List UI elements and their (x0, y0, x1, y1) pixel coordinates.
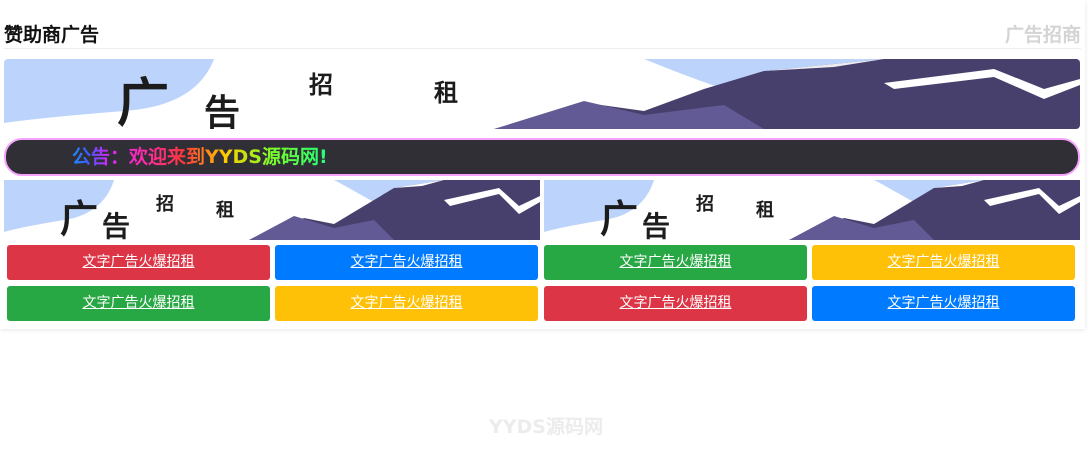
text-ad-button-6[interactable]: 文字广告火爆招租 (275, 286, 538, 321)
banner-char-guang: 广 (600, 196, 638, 240)
panel-header: 赞助商广告 广告招商 (4, 22, 1081, 49)
banner-char-zu: 租 (756, 199, 774, 221)
text-ad-button-7[interactable]: 文字广告火爆招租 (544, 286, 807, 321)
banner-char-zhao: 招 (156, 193, 174, 215)
banner-char-gao: 告 (102, 210, 130, 240)
notice-text: 公告：欢迎来到YYDS源码网! (72, 146, 328, 168)
banner-illustration: 广 告 招 租 (544, 180, 1080, 240)
sponsor-ad-panel: 赞助商广告 广告招商 广 告 招 租 公告：欢迎来到YYDS源码网! 广 告 招… (0, 0, 1085, 329)
banner-char-zhao: 招 (696, 193, 714, 215)
large-ad-banner[interactable]: 广 告 招 租 (4, 59, 1080, 129)
panel-title: 赞助商广告 (4, 24, 100, 46)
text-ad-button-4[interactable]: 文字广告火爆招租 (812, 245, 1075, 280)
text-ad-button-3[interactable]: 文字广告火爆招租 (544, 245, 807, 280)
banner-char-zu: 租 (216, 199, 234, 221)
banner-char-guang: 广 (117, 73, 169, 129)
banner-char-gao: 告 (204, 92, 240, 129)
text-ad-button-2[interactable]: 文字广告火爆招租 (275, 245, 538, 280)
site-watermark: YYDS源码网 (489, 416, 603, 438)
banner-char-zhao: 招 (309, 70, 333, 99)
ad-recruit-link[interactable]: 广告招商 (1005, 24, 1081, 46)
text-ad-button-1[interactable]: 文字广告火爆招租 (7, 245, 270, 280)
text-ad-button-8[interactable]: 文字广告火爆招租 (812, 286, 1075, 321)
banner-illustration: 广 告 招 租 (4, 59, 1080, 129)
banner-char-zu: 租 (434, 78, 458, 107)
small-ad-banner-left[interactable]: 广 告 招 租 (4, 180, 540, 240)
banner-illustration: 广 告 招 租 (4, 180, 540, 240)
banner-char-gao: 告 (642, 210, 670, 240)
small-ad-banner-right[interactable]: 广 告 招 租 (544, 180, 1080, 240)
banner-char-guang: 广 (60, 196, 98, 240)
text-ad-button-5[interactable]: 文字广告火爆招租 (7, 286, 270, 321)
notice-bar: 公告：欢迎来到YYDS源码网! (4, 138, 1080, 176)
